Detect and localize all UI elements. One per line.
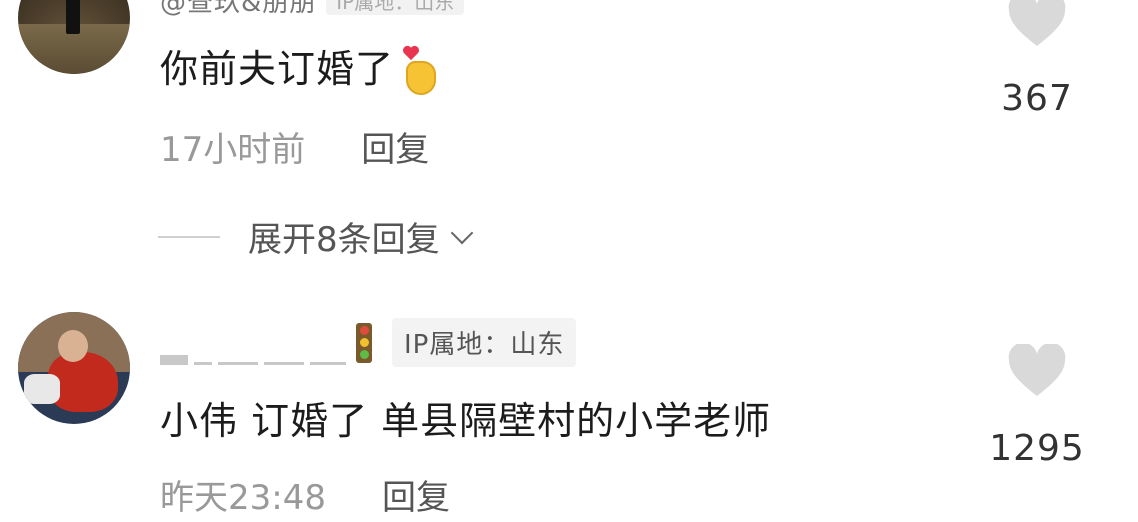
comment-text: 小伟 订婚了 单县隔壁村的小学老师 (160, 399, 772, 443)
like-button[interactable]: 367 (1000, 0, 1074, 119)
avatar[interactable] (18, 312, 130, 424)
reply-button[interactable]: 回复 (382, 470, 450, 519)
comment-text-content: 你前夫订婚了 (160, 47, 395, 91)
comment-header: IP属地：山东 (160, 318, 577, 367)
expand-replies-label: 展开8条回复 (248, 220, 440, 260)
ip-location-badge: IP属地：山东 (392, 318, 577, 367)
chevron-down-icon (450, 221, 473, 244)
timestamp: 17小时前 (160, 130, 306, 170)
comment-text: 你前夫订婚了 (160, 38, 440, 97)
divider (158, 235, 220, 238)
avatar[interactable] (18, 0, 130, 74)
username[interactable]: @查玖&朋朋 (160, 0, 316, 19)
traffic-light-icon (356, 322, 372, 363)
reply-button[interactable]: 回复 (361, 122, 429, 171)
comment-list: @查玖&朋朋 IP属地：山东 你前夫订婚了 17小时前 回复 展开8条回复 36… (0, 0, 1138, 522)
like-count: 367 (1001, 78, 1073, 119)
like-button[interactable]: 1295 (989, 344, 1085, 469)
timestamp: 昨天23:48 (160, 478, 326, 518)
like-count: 1295 (989, 428, 1085, 469)
expand-replies-button[interactable]: 展开8条回复 (158, 212, 473, 261)
comment-meta: 昨天23:48 回复 (160, 470, 450, 519)
username-obscured[interactable] (160, 321, 346, 365)
heart-icon (1008, 344, 1066, 396)
heart-icon (1008, 0, 1066, 46)
comment-header: @查玖&朋朋 IP属地：山东 (160, 0, 465, 18)
finger-heart-emoji-icon (400, 45, 440, 97)
comment-meta: 17小时前 回复 (160, 122, 429, 171)
ip-location-badge: IP属地：山东 (326, 0, 465, 15)
